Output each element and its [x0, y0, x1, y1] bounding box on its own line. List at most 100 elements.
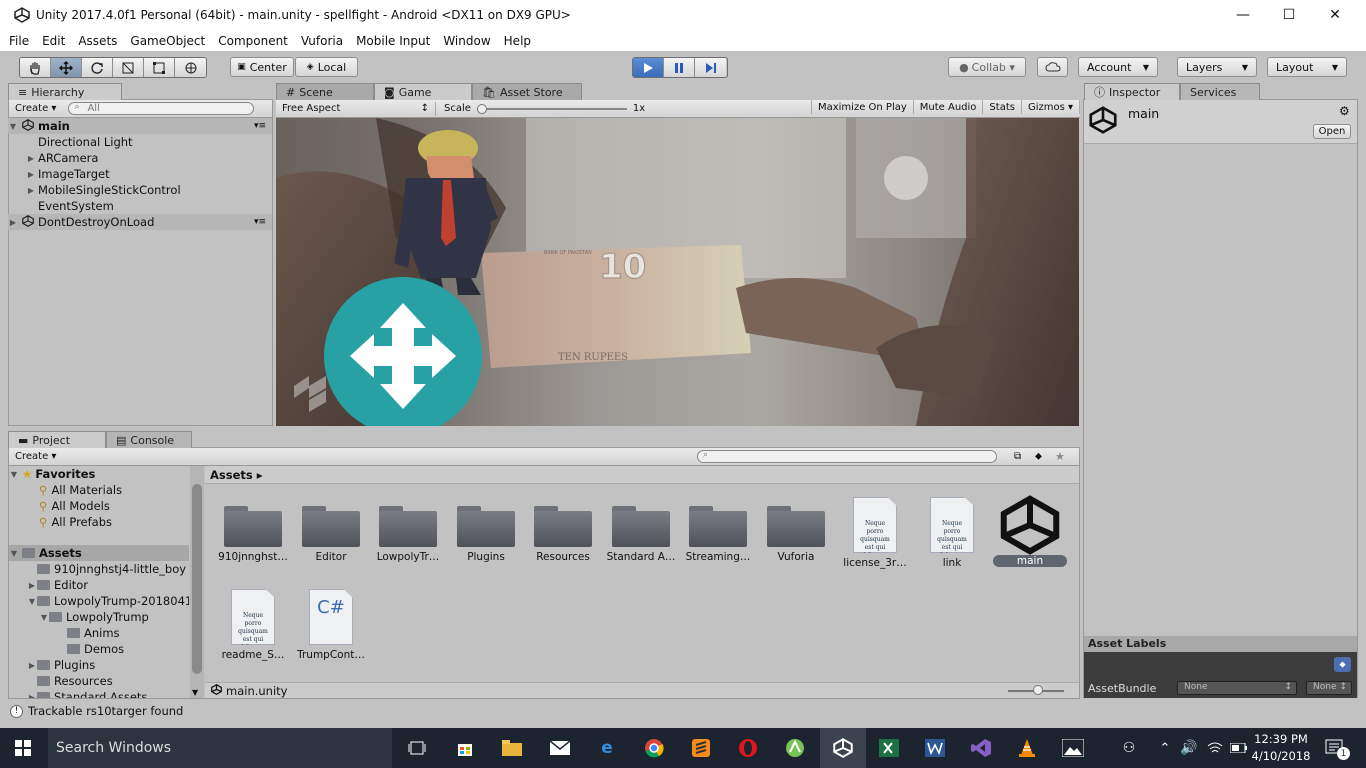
rect-tool-icon[interactable]	[144, 58, 175, 77]
menu-edit[interactable]: Edit	[42, 34, 65, 48]
hierarchy-dontdestroy-row[interactable]: ▶ DontDestroyOnLoad ▾≡	[8, 214, 272, 230]
mute-audio-toggle[interactable]: Mute Audio	[912, 100, 983, 114]
menu-file[interactable]: File	[9, 34, 29, 48]
opera-icon[interactable]	[733, 734, 763, 762]
expand-arrow-icon[interactable]: ▶	[26, 186, 36, 195]
transform-all-tool-icon[interactable]	[175, 58, 206, 77]
folder-asset[interactable]: 910jnnghst…	[213, 503, 293, 563]
expand-arrow-icon[interactable]: ▶	[27, 661, 37, 670]
hand-tool-icon[interactable]	[20, 58, 51, 77]
expand-arrow-icon[interactable]: ▶	[27, 693, 37, 699]
play-button[interactable]	[633, 58, 664, 77]
scene-asset-selected[interactable]: main	[990, 495, 1070, 567]
vlc-icon[interactable]	[1012, 734, 1042, 762]
close-button[interactable]: ✕	[1312, 0, 1358, 30]
project-tree-item[interactable]: Demos	[67, 641, 124, 657]
status-bar[interactable]: ! Trackable rs10targer found	[0, 701, 1366, 721]
windows-start-icon[interactable]	[8, 734, 38, 762]
document-asset[interactable]: Neque porro quisquam est qui dolorem. rea…	[213, 589, 293, 661]
scale-slider[interactable]	[476, 103, 627, 114]
project-tree-item[interactable]: ▶ Plugins	[27, 657, 95, 673]
collab-button[interactable]: ● Collab ▾	[948, 57, 1026, 77]
hierarchy-create-button[interactable]: Create ▾	[9, 102, 62, 116]
expand-arrow-icon[interactable]: ▶	[27, 581, 37, 590]
mail-icon[interactable]	[545, 734, 575, 762]
scale-tool-icon[interactable]	[113, 58, 144, 77]
hierarchy-item[interactable]: Directional Light	[8, 134, 272, 150]
hierarchy-item[interactable]: ▶ MobileSingleStickControl	[8, 182, 272, 198]
folder-asset[interactable]: Plugins	[446, 503, 526, 563]
project-tree-item[interactable]: 910jnnghstj4-little_boy	[37, 561, 186, 577]
scene-menu-icon[interactable]: ▾≡	[254, 121, 266, 131]
settings-gear-icon[interactable]: ⚙	[1339, 104, 1350, 118]
tab-game[interactable]: ◙ Game	[374, 83, 472, 100]
aspect-dropdown[interactable]: Free Aspect ↕	[276, 101, 436, 116]
favorite-star-icon[interactable]: ★	[1055, 450, 1065, 463]
tab-console[interactable]: ▤ Console	[106, 431, 192, 448]
tree-scroll-thumb[interactable]	[192, 484, 202, 674]
favorite-item[interactable]: ⚲ All Prefabs	[39, 514, 112, 530]
maximize-button[interactable]: ☐	[1266, 0, 1312, 30]
favorite-item[interactable]: ⚲ All Materials	[39, 482, 122, 498]
favorite-item[interactable]: ⚲ All Models	[39, 498, 110, 514]
rotate-tool-icon[interactable]	[82, 58, 113, 77]
android-studio-icon[interactable]	[780, 734, 810, 762]
taskbar-search-box[interactable]: Search Windows	[48, 728, 392, 768]
tab-asset-store[interactable]: 🛍 Asset Store	[472, 83, 582, 100]
folder-asset[interactable]: LowpolyTr…	[368, 503, 448, 563]
document-asset[interactable]: Neque porro quisquam est qui dolorem. lin…	[912, 497, 992, 569]
chrome-icon[interactable]	[639, 734, 669, 762]
tab-scene[interactable]: # Scene	[276, 83, 374, 100]
step-button[interactable]	[695, 58, 726, 77]
store-icon[interactable]	[450, 734, 480, 762]
project-create-button[interactable]: Create ▾	[9, 450, 62, 464]
account-dropdown[interactable]: Account ▼	[1078, 57, 1158, 77]
hierarchy-item[interactable]: ▶ ImageTarget	[8, 166, 272, 182]
filter-label-icon[interactable]: ⬥	[1035, 451, 1042, 462]
menu-gameobject[interactable]: GameObject	[130, 34, 205, 48]
people-icon[interactable]: ⚇	[1114, 734, 1144, 762]
layout-dropdown[interactable]: Layout ▼	[1267, 57, 1347, 77]
open-button[interactable]: Open	[1313, 124, 1351, 139]
unity-icon[interactable]	[828, 734, 858, 762]
edge-browser-icon[interactable]: e	[592, 734, 622, 762]
title-bar[interactable]: Unity 2017.4.0f1 Personal (64bit) - main…	[0, 0, 1366, 30]
assets-breadcrumb[interactable]: Assets ▸	[205, 466, 1079, 484]
menu-component[interactable]: Component	[218, 34, 288, 48]
maximize-on-play-toggle[interactable]: Maximize On Play	[810, 100, 913, 114]
pivot-center-button[interactable]: ▣ Center	[230, 57, 294, 77]
expand-arrow-icon[interactable]: ▼	[39, 613, 49, 622]
tree-scrollbar[interactable]: ▼	[190, 466, 204, 698]
filter-type-icon[interactable]: ⧉	[1014, 451, 1021, 462]
tab-inspector[interactable]: ⓘ Inspector	[1084, 83, 1180, 100]
dontdestroy-menu-icon[interactable]: ▾≡	[254, 217, 266, 227]
expand-arrow-icon[interactable]: ▼	[8, 122, 18, 131]
project-search-input[interactable]: ⌕	[697, 450, 997, 463]
project-tree-item[interactable]: Resources	[37, 673, 113, 689]
expand-arrow-icon[interactable]: ▶	[26, 170, 36, 179]
project-tree-item[interactable]: ▶ Standard Assets	[27, 689, 147, 698]
expand-arrow-icon[interactable]: ▶	[26, 154, 36, 163]
scale-slider-handle[interactable]	[476, 103, 487, 114]
variant-dropdown[interactable]: None ↕	[1306, 681, 1352, 695]
expand-arrow-icon[interactable]: ▼	[27, 597, 37, 606]
space-local-button[interactable]: ◈ Local	[295, 57, 358, 77]
scroll-down-arrow-icon[interactable]: ▼	[192, 688, 198, 697]
game-view[interactable]: 10 TEN RUPEES BANK OF PAKISTAN	[276, 118, 1079, 426]
tab-hierarchy[interactable]: ≡ Hierarchy	[8, 83, 122, 100]
hierarchy-scene-row[interactable]: ▼ main ▾≡	[8, 118, 272, 134]
folder-asset[interactable]: Resources	[523, 503, 603, 563]
folder-asset[interactable]: Editor	[291, 503, 371, 563]
hierarchy-item[interactable]: ▶ ARCamera	[8, 150, 272, 166]
folder-asset[interactable]: Streaming…	[678, 503, 758, 563]
menu-vuforia[interactable]: Vuforia	[301, 34, 343, 48]
expand-arrow-icon[interactable]: ▶	[8, 218, 18, 227]
document-asset[interactable]: Neque porro quisquam est qui dolorem. lic…	[835, 497, 915, 569]
pause-button[interactable]	[664, 58, 695, 77]
tab-services[interactable]: Services	[1180, 83, 1260, 100]
expand-arrow-icon[interactable]: ▼	[9, 549, 19, 558]
layers-dropdown[interactable]: Layers ▼	[1177, 57, 1257, 77]
hierarchy-search-input[interactable]: ⌕ All	[68, 102, 255, 115]
project-tree-item[interactable]: Anims	[67, 625, 120, 641]
photos-icon[interactable]	[1058, 734, 1088, 762]
